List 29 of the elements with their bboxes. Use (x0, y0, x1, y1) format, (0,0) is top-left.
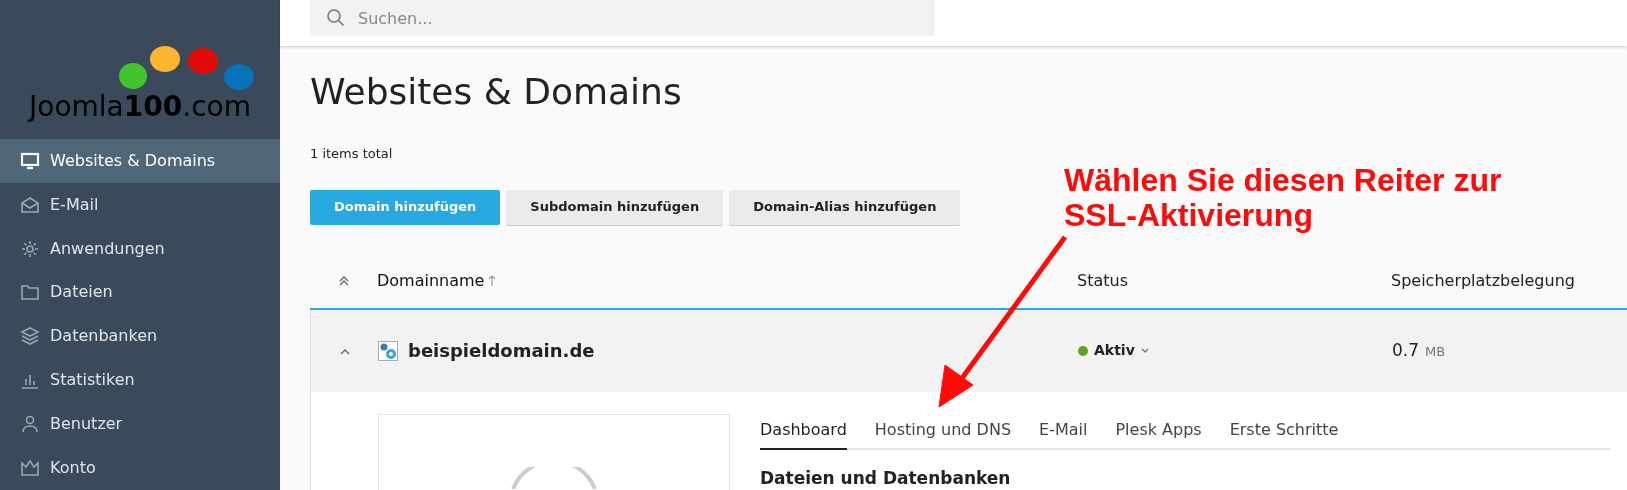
sidebar-item[interactable]: Statistiken (0, 358, 280, 403)
disk-usage: 0.7 (1392, 338, 1420, 362)
domain-tab[interactable]: Hosting und DNS (874, 417, 1012, 450)
add-button[interactable]: Subdomain hinzufügen (506, 189, 724, 225)
column-header[interactable]: Domainname (377, 269, 485, 293)
column-header[interactable]: Status (1077, 269, 1128, 293)
sidebar-item[interactable]: Websites & Domains (0, 138, 280, 183)
sidebar-item[interactable]: E-Mail (0, 182, 280, 227)
domain-tab[interactable]: Dashboard (760, 417, 847, 450)
sidebar-item[interactable]: Benutzer (0, 402, 280, 447)
disk-usage-unit: MB (1425, 343, 1446, 362)
status-dropdown[interactable]: Aktiv (1094, 340, 1135, 361)
column-header[interactable]: Speicherplatzbelegung (1391, 269, 1575, 293)
annotation-text: Wählen Sie diesen Reiter zur SSL-Aktivierung (1064, 163, 1503, 233)
domain-link[interactable]: beispieldomain.de (408, 337, 595, 364)
table-row[interactable]: beispieldomain.de Aktiv 0.7 MB (310, 309, 1627, 392)
section-title: Dateien und Datenbanken (760, 466, 1012, 490)
items-count: 1 items total (310, 145, 394, 163)
domain-tab[interactable]: Erste Schritte (1229, 417, 1339, 450)
sidebar-item[interactable]: Anwendungen (0, 226, 280, 271)
search-field[interactable]: Suchen... (310, 0, 935, 36)
domain-tab[interactable]: E-Mail (1039, 417, 1088, 450)
sidebar-item[interactable]: Dateien (0, 270, 280, 315)
add-button[interactable]: Domain-Alias hinzufügen (729, 189, 961, 225)
sidebar-item[interactable]: Datenbanken (0, 314, 280, 359)
page-title: Websites & Domains (310, 70, 683, 114)
sidebar-item[interactable]: Konto (0, 446, 280, 490)
logo-text: Joomla100.com (29, 92, 251, 121)
domain-tab[interactable]: Plesk Apps (1115, 417, 1202, 450)
